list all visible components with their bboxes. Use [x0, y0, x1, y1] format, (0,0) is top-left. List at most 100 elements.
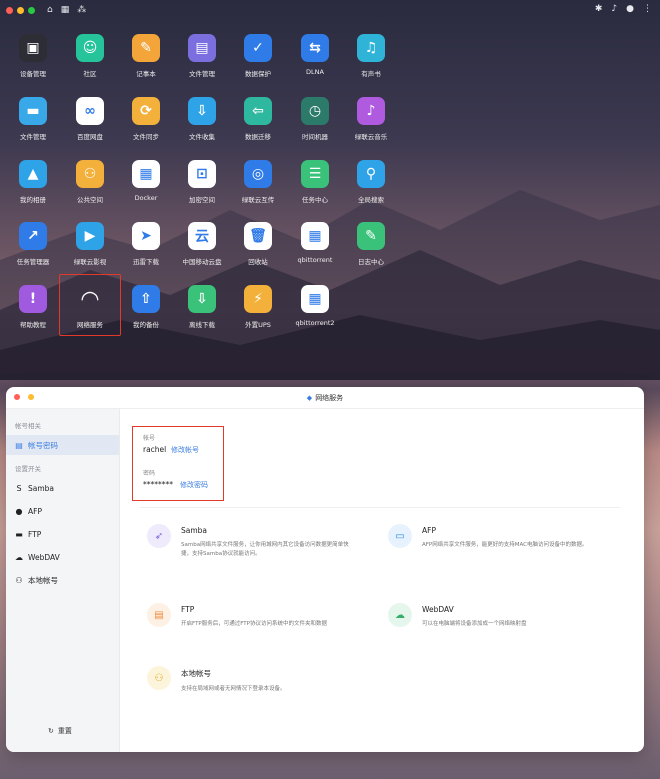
desktop-app[interactable]: ▦ qbittorrent2: [285, 285, 345, 327]
sidebar-item-webdav[interactable]: ☁ WebDAV: [6, 547, 119, 567]
service-desc: 可以在电脑端将设备添加成一个网络映射盘: [422, 621, 527, 627]
desktop-app[interactable]: ▣ 设备管理: [3, 34, 63, 78]
samba-icon: S: [16, 483, 22, 493]
desktop-app[interactable]: ⇩ 文件收集: [172, 97, 232, 141]
desktop-app[interactable]: ✎ 记事本: [116, 34, 176, 78]
desktop-app[interactable]: ⚲ 全局搜索: [341, 160, 401, 204]
desktop-app[interactable]: ! 帮助教程: [3, 285, 63, 329]
device-icon: ▣: [19, 34, 47, 62]
user-icon[interactable]: ●: [626, 4, 634, 14]
service-desc: 支持在局域网或者无网情况下登录本设备。: [181, 686, 286, 692]
desktop-app[interactable]: ⚡ 外置UPS: [228, 285, 288, 329]
migrate-icon: ⇦: [244, 97, 272, 125]
service-ftp[interactable]: ▤ FTP 开启FTP服务后，可通过FTP协议访问系统中的文件夹和数据: [147, 603, 387, 629]
sidebar-item-samba[interactable]: S Samba: [6, 478, 119, 498]
reset-button[interactable]: ↻ 重置: [48, 726, 72, 736]
service-local-account[interactable]: ⚇ 本地帐号 支持在局域网或者无网情况下登录本设备。: [147, 666, 387, 694]
minimize-dot[interactable]: [17, 6, 24, 14]
docker-icon: ▦: [132, 160, 160, 188]
desktop-app[interactable]: ⊡ 加密空间: [172, 160, 232, 204]
webdav-cloud-icon: ☁: [388, 603, 412, 627]
sidebar-item-label: AFP: [28, 506, 42, 516]
shield-icon: ✓: [244, 34, 272, 62]
desktop-app[interactable]: ✎ 日志中心: [341, 222, 401, 266]
search-icon: ⚲: [357, 160, 385, 188]
desktop-app[interactable]: ▲ 我的相册: [3, 160, 63, 204]
bell-icon[interactable]: ♪: [611, 4, 617, 14]
password-value: ********: [143, 480, 173, 489]
sidebar-section-account: 帐号相关: [15, 422, 41, 430]
network-service-icon: ◆: [306, 393, 313, 402]
service-webdav[interactable]: ☁ WebDAV 可以在电脑端将设备添加成一个网络映射盘: [388, 603, 628, 629]
change-password-link[interactable]: 修改密码: [180, 480, 208, 490]
change-account-link[interactable]: 修改帐号: [171, 445, 199, 455]
desktop-app[interactable]: ⇧ 我的备份: [116, 285, 176, 329]
desktop-topbar: ⌂ ▦ ⁂ ✱ ♪ ● ⋮: [0, 0, 660, 20]
desktop-app[interactable]: ♫ 有声书: [341, 34, 401, 78]
service-name: FTP: [181, 605, 195, 614]
desktop-app[interactable]: 云中国移动云盘: [172, 222, 232, 266]
desktop-app[interactable]: ▤ 文件管理: [172, 34, 232, 78]
reset-icon: ↻: [48, 727, 54, 735]
service-afp[interactable]: ▭ AFP AFP网络共享文件服务，能更好的支持MAC电脑访问设备中的数据。: [388, 524, 628, 550]
account-label: 帐号: [143, 435, 156, 442]
desktop-app[interactable]: ◷ 时间机器: [285, 97, 345, 141]
window-minimize-button[interactable]: [28, 394, 34, 400]
local-account-icon: ⚇: [147, 666, 171, 690]
desktop-app-label: 数据迁移: [245, 133, 271, 141]
sidebar-item-afp[interactable]: ● AFP: [6, 501, 119, 521]
desktop-app[interactable]: ▦ Docker: [116, 160, 176, 202]
desktop-app[interactable]: ♪ 绿联云音乐: [341, 97, 401, 141]
service-name: WebDAV: [422, 605, 454, 614]
desktop-app[interactable]: ⟳ 文件同步: [116, 97, 176, 141]
desktop-app-label: 全局搜索: [358, 196, 384, 204]
maximize-dot[interactable]: [28, 6, 35, 14]
encrypt-icon: ⊡: [188, 160, 216, 188]
cloud-icon: ☁: [15, 552, 23, 562]
desktop-app-label: qbittorrent2: [295, 319, 335, 327]
network-icon[interactable]: ⁂: [77, 5, 86, 15]
network-service-window: ◆ 网络服务 帐号相关 ▤ 帐号密码 设置开关 S Samba ● AFP ▬ …: [6, 387, 644, 752]
desktop-app[interactable]: ▬ 文件管理: [3, 97, 63, 141]
sidebar-item-local-account[interactable]: ⚇ 本地帐号: [6, 570, 119, 590]
window-close-button[interactable]: [14, 394, 20, 400]
desktop-app[interactable]: ∞ 百度网盘: [60, 97, 120, 141]
desktop-app[interactable]: ⇆ DLNA: [285, 34, 345, 76]
desktop-app[interactable]: ⇦ 数据迁移: [228, 97, 288, 141]
desktop-app[interactable]: ↗ 任务管理器: [3, 222, 63, 266]
apps-grid-icon[interactable]: ▦: [61, 5, 70, 15]
desktop-app-label: 社区: [83, 70, 97, 78]
desktop-app[interactable]: ⚇ 公共空间: [60, 160, 120, 204]
desktop-app[interactable]: ⇩ 离线下载: [172, 285, 232, 329]
service-desc: AFP网络共享文件服务，能更好的支持MAC电脑访问设备中的数据。: [422, 542, 588, 548]
service-desc: Samba网络共享文件服务，让你用城网内其它设备访问数据更简单快捷，支持Samb…: [181, 542, 349, 557]
file-manager-icon: ▤: [188, 34, 216, 62]
desktop-app[interactable]: 🗑 回收站: [228, 222, 288, 266]
sidebar-item-account-password[interactable]: ▤ 帐号密码: [6, 435, 119, 455]
download-icon: ⇩: [188, 285, 216, 313]
close-dot[interactable]: [6, 6, 13, 14]
menu-icon[interactable]: ⋮: [643, 4, 652, 14]
desktop-app[interactable]: ☰ 任务中心: [285, 160, 345, 204]
desktop-app[interactable]: ✓ 数据保护: [228, 34, 288, 78]
settings-icon[interactable]: ✱: [595, 4, 603, 14]
desktop-app-label: 文件收集: [189, 133, 215, 141]
service-samba[interactable]: ➶ Samba Samba网络共享文件服务，让你用城网内其它设备访问数据更简单快…: [147, 524, 387, 559]
desktop-app[interactable]: ☺ 社区: [60, 34, 120, 78]
sidebar-item-label: 帐号密码: [28, 440, 58, 450]
desktop-app-label: 数据保护: [245, 70, 271, 78]
service-desc: 开启FTP服务后，可通过FTP协议访问系统中的文件夹和数据: [181, 621, 327, 627]
service-name: AFP: [422, 526, 436, 535]
sidebar-item-ftp[interactable]: ▬ FTP: [6, 524, 119, 544]
trash-icon: 🗑: [244, 222, 272, 250]
service-name: 本地帐号: [181, 669, 211, 678]
home-icon[interactable]: ⌂: [47, 5, 53, 15]
desktop-app[interactable]: ▶ 绿联云影视: [60, 222, 120, 266]
desktop-app[interactable]: ◎ 绿联云互传: [228, 160, 288, 204]
desktop-app[interactable]: ▦ qbittorrent: [285, 222, 345, 264]
desktop-app[interactable]: ➤ 迅雷下载: [116, 222, 176, 266]
photo-icon: ▲: [19, 160, 47, 188]
time-machine-icon: ◷: [301, 97, 329, 125]
window-title: 网络服务: [315, 393, 344, 402]
desktop-app-label: 绿联云影视: [73, 258, 107, 266]
